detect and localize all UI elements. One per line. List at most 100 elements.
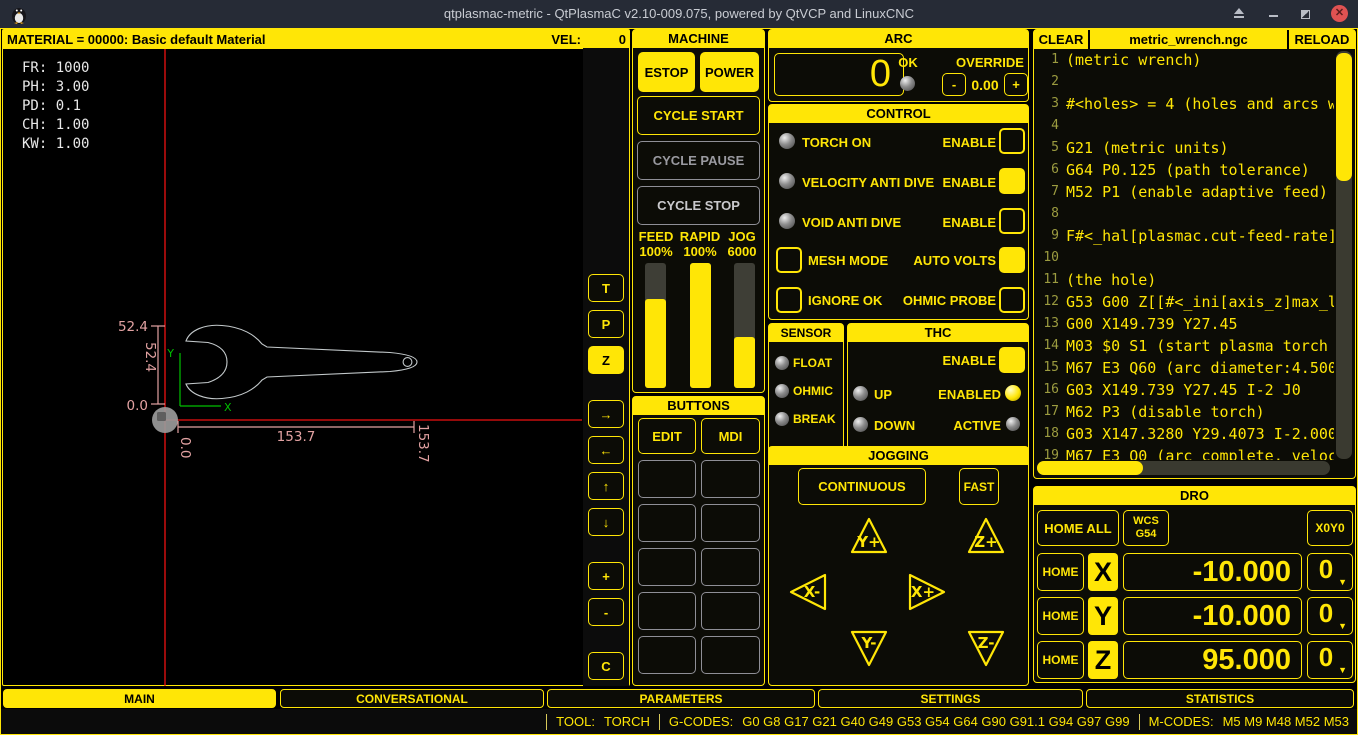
gcode-vertical-scrollbar[interactable] (1336, 51, 1352, 459)
torch-enable-checkbox[interactable] (999, 128, 1025, 154)
user-button-7[interactable] (638, 592, 696, 630)
mdi-button[interactable]: MDI (701, 418, 760, 454)
side-button-arrow-up[interactable]: ↑ (588, 472, 624, 500)
close-button[interactable]: ✕ (1331, 5, 1348, 22)
side-button-arrow-right[interactable]: → (588, 400, 624, 428)
jog-fast-button[interactable]: FAST (959, 468, 999, 505)
gcode-horizontal-scrollbar[interactable] (1037, 461, 1330, 475)
gcode-horizontal-scrollbar-thumb[interactable] (1037, 461, 1143, 475)
gcode-reload-button[interactable]: RELOAD (1289, 30, 1355, 49)
wrench-outline (186, 325, 417, 398)
cycle-stop-button[interactable]: CYCLE STOP (637, 186, 760, 225)
user-button-2[interactable] (701, 460, 760, 498)
feed-slider[interactable] (645, 263, 666, 388)
side-button-zoom-out[interactable]: - (588, 598, 624, 626)
home-z-button[interactable]: HOME (1037, 641, 1084, 679)
gcode-line: 9F#<_hal[plasmac.cut-feed-rate] (1035, 225, 1334, 247)
gcode-vertical-scrollbar-thumb[interactable] (1336, 53, 1352, 181)
jog-x-minus-button[interactable]: X- (786, 571, 830, 613)
user-button-10[interactable] (701, 636, 760, 674)
zero-z-button[interactable]: 0 ▼ (1307, 641, 1353, 679)
feed-label: FEED (633, 229, 679, 244)
thc-up-led (853, 386, 868, 401)
jog-y-minus-button[interactable]: Y- (848, 626, 890, 670)
tab-conversational[interactable]: CONVERSATIONAL (280, 689, 544, 708)
void-enable-checkbox[interactable] (999, 208, 1025, 234)
thc-enable-checkbox[interactable] (999, 347, 1025, 373)
gcode-viewer[interactable]: 1(metric wrench) 2 3#<holes> = 4 (holes … (1035, 49, 1334, 460)
tool-label: TOOL: (556, 714, 595, 729)
wcs-label-line1: WCS (1133, 515, 1159, 528)
jog-y-plus-button[interactable]: Y+ (848, 514, 890, 558)
zero-y-button[interactable]: 0 ▼ (1307, 597, 1353, 635)
side-button-t[interactable]: T (588, 274, 624, 302)
home-y-button[interactable]: HOME (1037, 597, 1084, 635)
dim-zero-bottom: 0.0 (177, 437, 193, 458)
ohmic-probe-checkbox[interactable] (999, 287, 1025, 313)
side-button-zoom-in[interactable]: + (588, 562, 624, 590)
ignore-ok-label: IGNORE OK (808, 293, 882, 308)
wcs-button[interactable]: WCS G54 (1123, 510, 1169, 546)
cycle-pause-button[interactable]: CYCLE PAUSE (637, 141, 760, 180)
tab-main[interactable]: MAIN (3, 689, 276, 708)
user-button-3[interactable] (638, 504, 696, 542)
tab-settings[interactable]: SETTINGS (818, 689, 1083, 708)
velocity-enable-label: ENABLE (896, 175, 996, 190)
dro-panel-title: DRO (1034, 487, 1355, 505)
thc-enabled-label: ENABLED (901, 387, 1001, 402)
velocity-enable-checkbox[interactable] (999, 168, 1025, 194)
estop-button[interactable]: ESTOP (638, 52, 695, 92)
home-all-button[interactable]: HOME ALL (1037, 510, 1119, 546)
control-panel-title: CONTROL (769, 105, 1028, 123)
override-plus-button[interactable]: + (1004, 73, 1028, 96)
tab-statistics[interactable]: STATISTICS (1086, 689, 1354, 708)
jog-continuous-button[interactable]: CONTINUOUS (798, 468, 926, 505)
side-button-arrow-left[interactable]: ← (588, 436, 624, 464)
user-button-9[interactable] (638, 636, 696, 674)
ignore-ok-checkbox[interactable] (776, 287, 802, 313)
void-enable-label: ENABLE (896, 215, 996, 230)
eject-icon[interactable] (1230, 6, 1248, 22)
auto-volts-checkbox[interactable] (999, 247, 1025, 273)
side-button-p[interactable]: P (588, 310, 624, 338)
jog-z-minus-button[interactable]: Z- (965, 626, 1007, 670)
side-button-z[interactable]: Z (588, 346, 624, 374)
material-selector[interactable]: MATERIAL = 00000: Basic default Material (3, 32, 266, 47)
edit-button[interactable]: EDIT (638, 418, 696, 454)
mcodes-label: M-CODES: (1149, 714, 1214, 729)
qtplasmac-window: qtplasmac-metric - QtPlasmaC v2.10-009.0… (0, 0, 1358, 735)
machine-panel-title: MACHINE (633, 30, 764, 48)
override-minus-button[interactable]: - (942, 73, 966, 96)
status-divider (546, 714, 547, 730)
jog-x-plus-button[interactable]: X+ (905, 571, 949, 613)
user-button-8[interactable] (701, 592, 760, 630)
tab-parameters[interactable]: PARAMETERS (547, 689, 815, 708)
user-button-6[interactable] (701, 548, 760, 586)
power-button[interactable]: POWER (700, 52, 759, 92)
mesh-mode-checkbox[interactable] (776, 247, 802, 273)
material-bar[interactable]: MATERIAL = 00000: Basic default Material… (3, 30, 629, 49)
zero-x-button[interactable]: 0 ▼ (1307, 553, 1353, 591)
side-button-clear[interactable]: C (588, 652, 624, 680)
x0y0-button[interactable]: X0Y0 (1307, 510, 1353, 546)
home-x-button[interactable]: HOME (1037, 553, 1084, 591)
gcode-line: 8 (1035, 203, 1334, 225)
jog-slider[interactable] (734, 263, 755, 388)
dro-z-value: 95.000 (1123, 641, 1302, 679)
user-button-1[interactable] (638, 460, 696, 498)
jog-z-plus-button[interactable]: Z+ (965, 514, 1007, 558)
minimize-button[interactable] (1264, 6, 1282, 22)
jog-z-minus-label: Z- (978, 634, 995, 652)
gcodes-value: G0 G8 G17 G21 G40 G49 G53 G54 G64 G90 G9… (742, 714, 1129, 729)
gcode-clear-button[interactable]: CLEAR (1034, 30, 1088, 49)
user-button-5[interactable] (638, 548, 696, 586)
cycle-start-button[interactable]: CYCLE START (637, 96, 760, 135)
user-button-4[interactable] (701, 504, 760, 542)
side-button-arrow-down[interactable]: ↓ (588, 508, 624, 536)
restore-button[interactable] (1296, 6, 1314, 22)
gcode-line: 12G53 G00 Z[[#<_ini[axis_z]max_l (1035, 291, 1334, 313)
override-value: 0.00 (968, 77, 1002, 93)
rapid-slider[interactable] (690, 263, 711, 388)
thc-up-label: UP (874, 387, 892, 402)
tool-value: TORCH (604, 714, 650, 729)
